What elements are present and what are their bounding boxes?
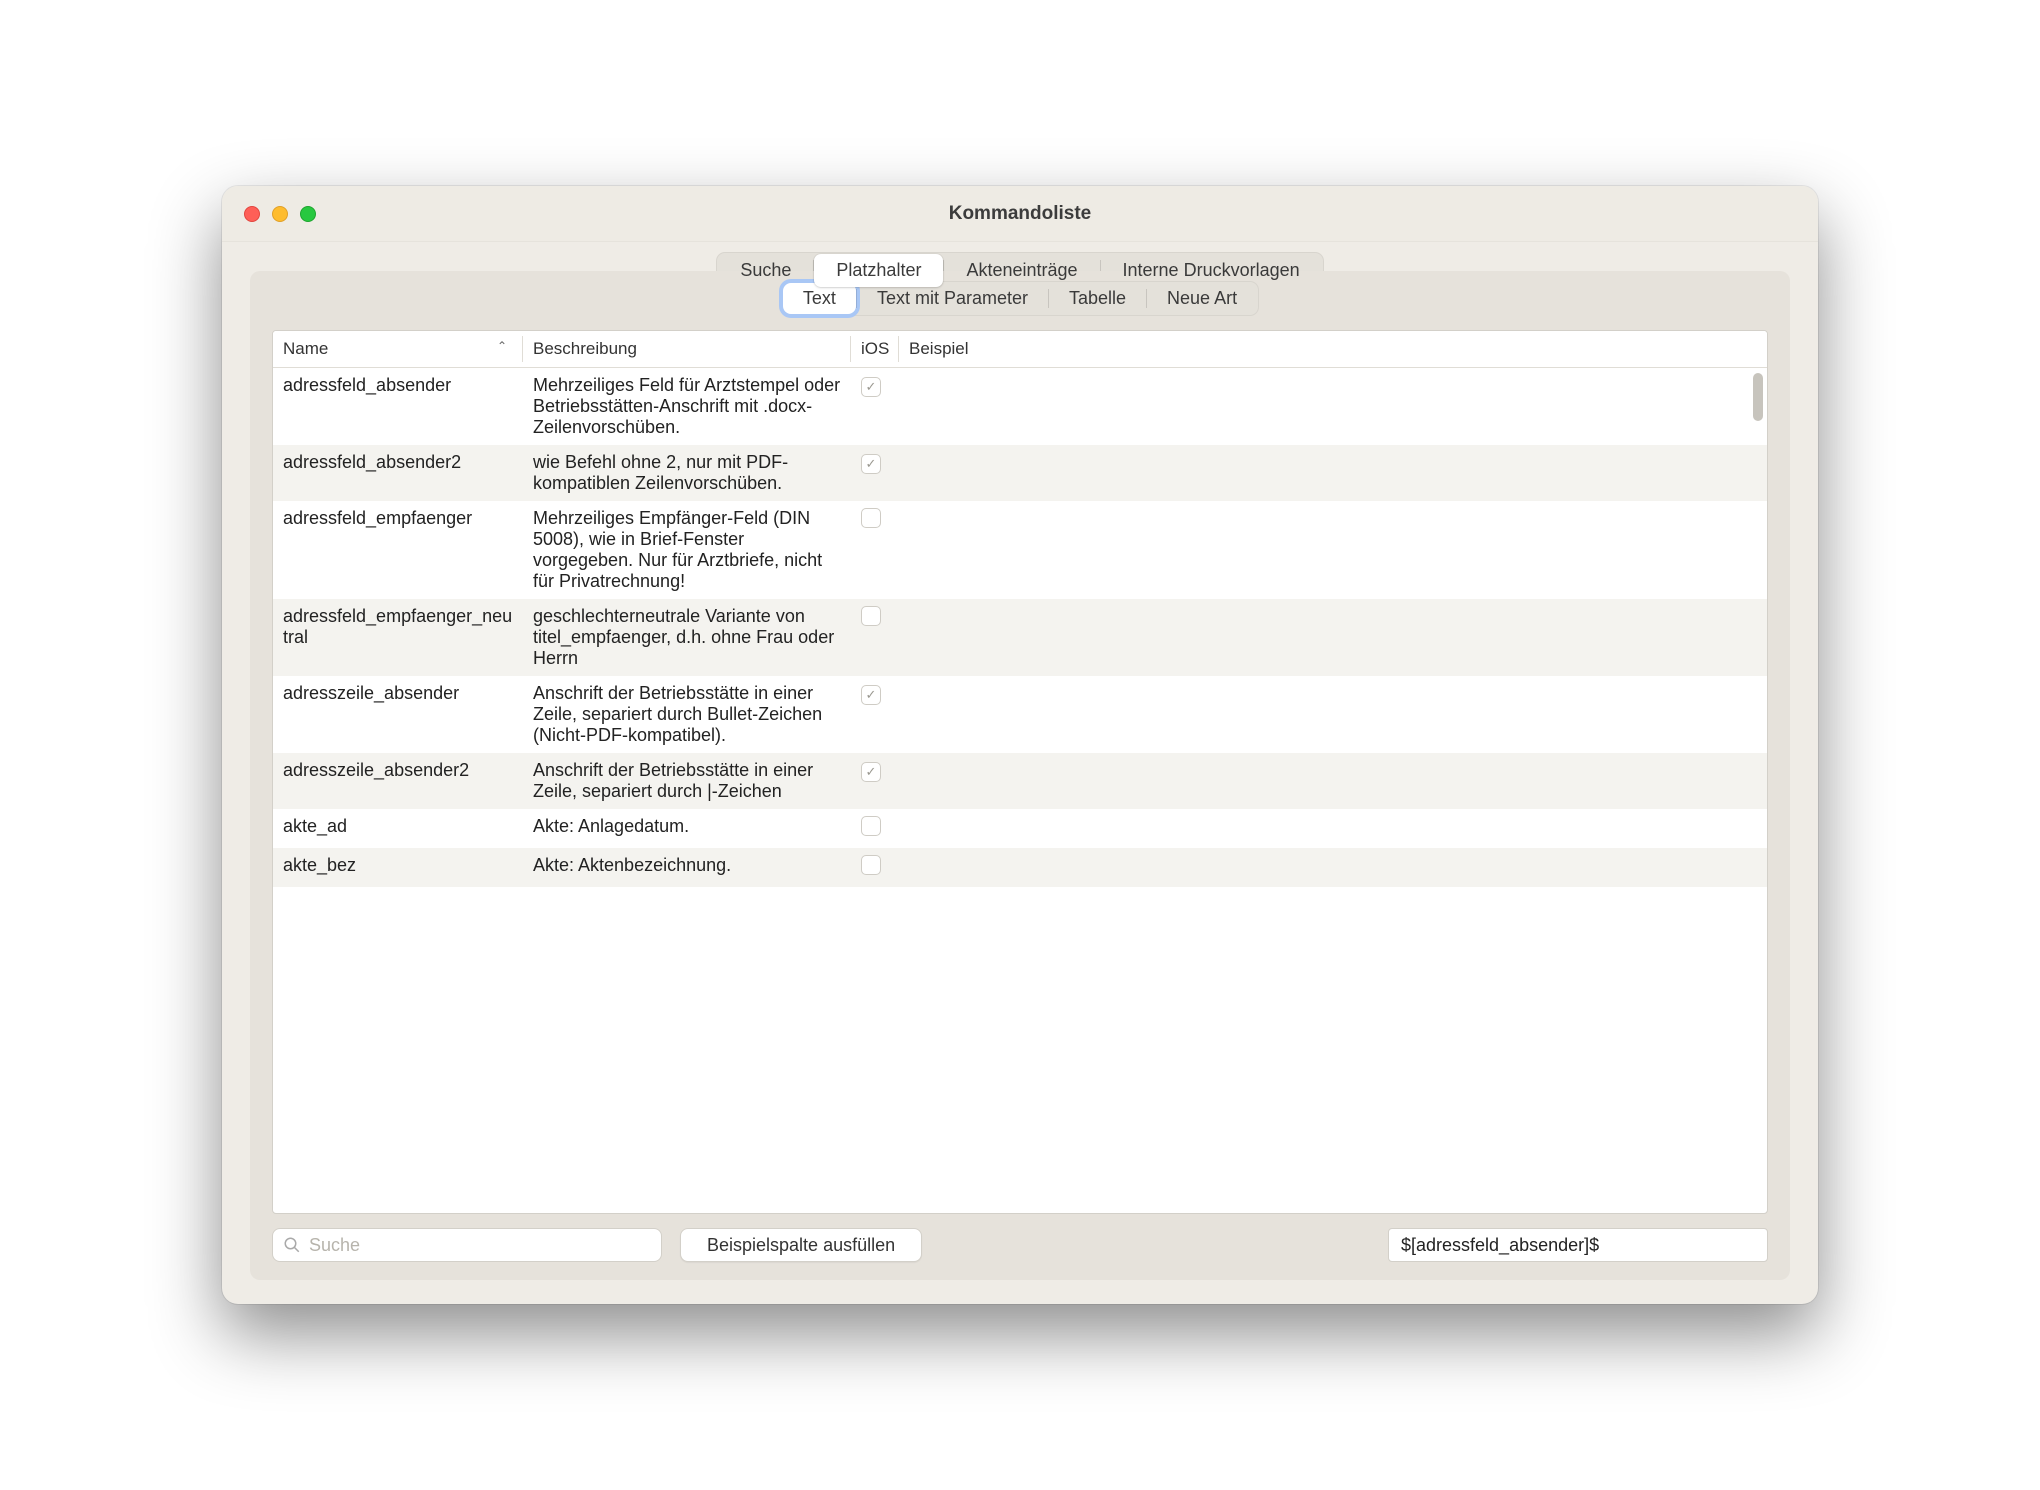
cell-name: adresszeile_absender2	[273, 753, 523, 809]
ios-checkbox[interactable]	[861, 816, 881, 836]
search-input[interactable]: Suche	[272, 1228, 662, 1262]
cell-desc: Anschrift der Betriebsstätte in einer Ze…	[523, 676, 851, 753]
table-row[interactable]: adressfeld_absender2wie Befehl ohne 2, n…	[273, 445, 1767, 501]
code-output[interactable]: $[adressfeld_absender]$	[1388, 1228, 1768, 1262]
cell-desc: wie Befehl ohne 2, nur mit PDF-kompatibl…	[523, 445, 851, 501]
top-tab-suche[interactable]: Suche	[718, 254, 813, 287]
cell-ios	[851, 599, 899, 676]
col-header-desc-label: Beschreibung	[533, 339, 637, 358]
fill-example-button[interactable]: Beispielspalte ausfüllen	[680, 1228, 922, 1262]
code-output-text: $[adressfeld_absender]$	[1401, 1235, 1599, 1256]
cell-example	[899, 445, 1767, 501]
search-placeholder: Suche	[309, 1235, 360, 1256]
titlebar: Kommandoliste	[222, 186, 1818, 242]
table-row[interactable]: adressfeld_absenderMehrzeiliges Feld für…	[273, 368, 1767, 445]
top-tab-platzhalter[interactable]: Platzhalter	[814, 254, 943, 287]
sub-tab-text[interactable]: Text	[783, 283, 856, 314]
cell-ios	[851, 753, 899, 809]
ios-checkbox[interactable]	[861, 855, 881, 875]
footer: Suche Beispielspalte ausfüllen $[adressf…	[272, 1214, 1768, 1262]
cell-example	[899, 501, 1767, 599]
table-row[interactable]: adresszeile_absender2Anschrift der Betri…	[273, 753, 1767, 809]
sub-tab-text-mit-parameter[interactable]: Text mit Parameter	[857, 283, 1048, 314]
sort-ascending-icon: ⌃	[491, 339, 513, 353]
cell-name: adressfeld_absender	[273, 368, 523, 445]
ios-checkbox[interactable]	[861, 508, 881, 528]
window-title: Kommandoliste	[222, 203, 1818, 225]
cell-example	[899, 368, 1767, 445]
table-row[interactable]: akte_adAkte: Anlagedatum.	[273, 809, 1767, 848]
cell-example	[899, 848, 1767, 887]
cell-ios	[851, 368, 899, 445]
cell-name: adressfeld_empfaenger_neutral	[273, 599, 523, 676]
col-header-name-label: Name	[283, 339, 328, 358]
table-row[interactable]: akte_bezAkte: Aktenbezeichnung.	[273, 848, 1767, 887]
sub-tab-tabelle[interactable]: Tabelle	[1049, 283, 1146, 314]
table-row[interactable]: adresszeile_absenderAnschrift der Betrie…	[273, 676, 1767, 753]
table-row[interactable]: adressfeld_empfaenger_neutralgeschlechte…	[273, 599, 1767, 676]
ios-checkbox[interactable]	[861, 606, 881, 626]
scrollbar-thumb[interactable]	[1753, 373, 1763, 421]
fill-example-label: Beispielspalte ausfüllen	[707, 1235, 895, 1256]
col-header-example[interactable]: Beispiel	[899, 331, 1767, 368]
cell-name: akte_ad	[273, 809, 523, 848]
top-tab-interne-druckvorlagen[interactable]: Interne Druckvorlagen	[1101, 254, 1322, 287]
col-header-ios-label: iOS	[861, 339, 889, 358]
col-header-example-label: Beispiel	[909, 339, 969, 358]
cell-desc: Mehrzeiliges Empfänger-Feld (DIN 5008), …	[523, 501, 851, 599]
cell-example	[899, 809, 1767, 848]
top-tab-akteneinträge[interactable]: Akteneinträge	[944, 254, 1099, 287]
cell-desc: Akte: Anlagedatum.	[523, 809, 851, 848]
cell-name: adressfeld_absender2	[273, 445, 523, 501]
cell-ios	[851, 501, 899, 599]
cell-example	[899, 676, 1767, 753]
table: Name ⌃ Beschreibung iOS Beispiel	[272, 330, 1768, 1214]
cell-desc: Akte: Aktenbezeichnung.	[523, 848, 851, 887]
table-row[interactable]: adressfeld_empfaengerMehrzeiliges Empfän…	[273, 501, 1767, 599]
content-panel: TextText mit ParameterTabelleNeue Art Na…	[250, 271, 1790, 1280]
ios-checkbox[interactable]	[861, 685, 881, 705]
cell-ios	[851, 445, 899, 501]
ios-checkbox[interactable]	[861, 762, 881, 782]
cell-name: adresszeile_absender	[273, 676, 523, 753]
ios-checkbox[interactable]	[861, 454, 881, 474]
cell-ios	[851, 809, 899, 848]
col-header-name[interactable]: Name ⌃	[273, 331, 523, 368]
col-header-desc[interactable]: Beschreibung	[523, 331, 851, 368]
sub-tab-neue-art[interactable]: Neue Art	[1147, 283, 1257, 314]
cell-desc: geschlechterneutrale Variante von titel_…	[523, 599, 851, 676]
cell-example	[899, 753, 1767, 809]
search-icon	[283, 1236, 301, 1254]
cell-example	[899, 599, 1767, 676]
window: Kommandoliste SuchePlatzhalterAkteneintr…	[222, 186, 1818, 1304]
cell-desc: Mehrzeiliges Feld für Arztstempel oder B…	[523, 368, 851, 445]
ios-checkbox[interactable]	[861, 377, 881, 397]
cell-ios	[851, 848, 899, 887]
cell-ios	[851, 676, 899, 753]
cell-name: adressfeld_empfaenger	[273, 501, 523, 599]
col-header-ios[interactable]: iOS	[851, 331, 899, 368]
cell-name: akte_bez	[273, 848, 523, 887]
cell-desc: Anschrift der Betriebsstätte in einer Ze…	[523, 753, 851, 809]
